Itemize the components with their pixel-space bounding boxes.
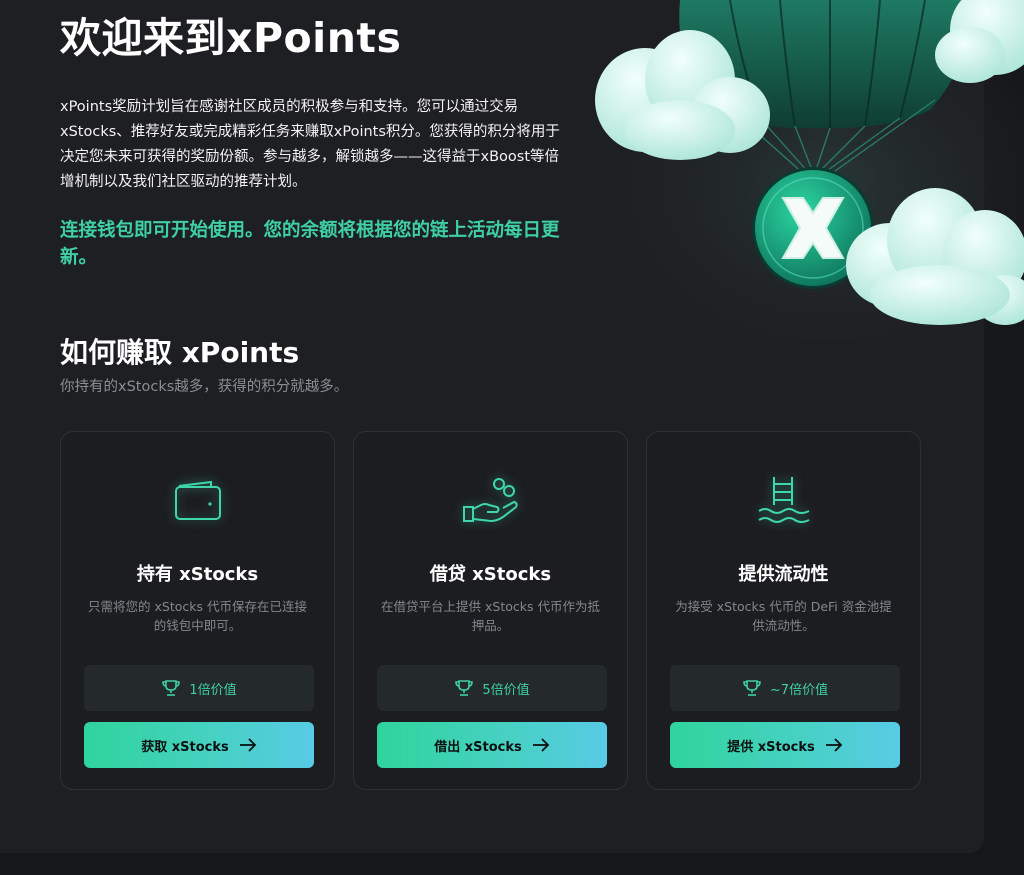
card-provide-liquidity: 提供流动性 为接受 xStocks 代币的 DeFi 资金池提供流动性。 ~7倍…: [646, 431, 921, 790]
trophy-icon: [162, 680, 181, 696]
parachute-x-logo-icon: [590, 0, 1024, 340]
multiplier-badge: 1倍价值: [84, 665, 314, 711]
card-title: 持有 xStocks: [136, 564, 259, 585]
page-title: 欢迎来到xPoints: [60, 14, 402, 62]
page: 欢迎来到xPoints xPoints奖励计划旨在感谢社区成员的积极参与和支持。…: [0, 0, 1024, 875]
multiplier-text: ~7倍价值: [769, 682, 829, 698]
get-xstocks-button[interactable]: 获取 xStocks: [84, 722, 314, 768]
how-to-earn-subtitle: 你持有的xStocks越多，获得的积分就越多。: [60, 379, 349, 395]
how-to-earn-title: 如何赚取 xPoints: [60, 336, 300, 369]
card-description: 只需将您的 xStocks 代币保存在已连接的钱包中即可。: [88, 599, 307, 633]
card-hold-xstocks: 持有 xStocks 只需将您的 xStocks 代币保存在已连接的钱包中即可。…: [60, 431, 335, 790]
intro-text: xPoints奖励计划旨在感谢社区成员的积极参与和支持。您可以通过交易xStoc…: [60, 99, 560, 190]
lend-xstocks-button[interactable]: 借出 xStocks: [377, 722, 607, 768]
earn-methods: 持有 xStocks 只需将您的 xStocks 代币保存在已连接的钱包中即可。…: [60, 431, 922, 791]
pool-ladder-icon: [749, 470, 819, 530]
card-title: 借贷 xStocks: [429, 564, 552, 585]
multiplier-badge: ~7倍价值: [670, 665, 900, 711]
trophy-icon: [455, 680, 474, 696]
button-label: 提供 xStocks: [727, 739, 815, 755]
card-description: 为接受 xStocks 代币的 DeFi 资金池提供流动性。: [675, 599, 892, 633]
hand-coins-icon: [456, 470, 526, 530]
arrow-right-icon: [825, 738, 843, 752]
connect-wallet-note: 连接钱包即可开始使用。您的余额将根据您的链上活动每日更新。: [60, 220, 560, 268]
card-title: 提供流动性: [738, 564, 829, 585]
card-lend-xstocks: 借贷 xStocks 在借贷平台上提供 xStocks 代币作为抵押品。 5倍价…: [353, 431, 628, 790]
trophy-icon: [743, 680, 761, 696]
card-description: 在借贷平台上提供 xStocks 代币作为抵押品。: [381, 599, 600, 633]
wallet-icon: [163, 470, 233, 530]
provide-xstocks-button[interactable]: 提供 xStocks: [670, 722, 900, 768]
button-label: 借出 xStocks: [434, 739, 522, 755]
multiplier-badge: 5倍价值: [377, 665, 607, 711]
multiplier-text: 5倍价值: [482, 682, 530, 698]
multiplier-text: 1倍价值: [189, 682, 237, 698]
arrow-right-icon: [532, 738, 550, 752]
arrow-right-icon: [239, 738, 257, 752]
button-label: 获取 xStocks: [141, 739, 229, 755]
